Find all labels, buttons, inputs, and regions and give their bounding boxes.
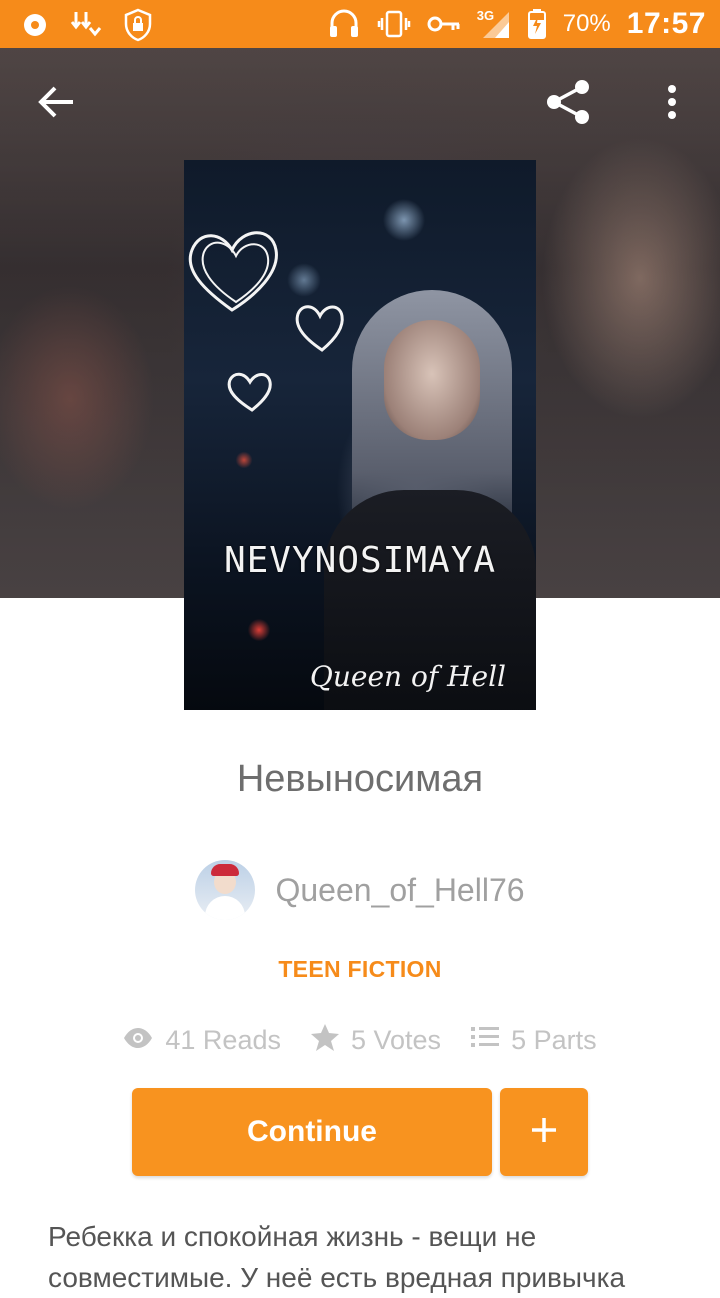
lock-shield-icon bbox=[122, 8, 154, 42]
list-icon bbox=[471, 1025, 500, 1056]
share-icon bbox=[544, 78, 592, 131]
signal-icon: 3G bbox=[477, 8, 511, 40]
cover-face bbox=[384, 320, 480, 440]
clock: 17:57 bbox=[626, 7, 706, 40]
back-button[interactable] bbox=[26, 74, 86, 134]
download-icon bbox=[68, 10, 102, 40]
add-to-library-button[interactable] bbox=[500, 1088, 588, 1176]
battery-charging-icon bbox=[527, 8, 547, 40]
eye-icon bbox=[123, 1025, 153, 1056]
more-vertical-icon bbox=[666, 84, 678, 125]
votes-stat: 5 Votes bbox=[310, 1023, 442, 1058]
network-type: 3G bbox=[476, 8, 495, 23]
author-name[interactable]: Queen_of_Hell76 bbox=[275, 872, 524, 909]
back-arrow-icon bbox=[37, 85, 75, 124]
story-category[interactable]: TEEN FICTION bbox=[0, 956, 720, 983]
author-row[interactable]: Queen_of_Hell76 bbox=[0, 860, 720, 920]
status-bar: 3G 70% 17:57 bbox=[0, 0, 720, 48]
story-stats: 41 Reads 5 Votes 5 Parts bbox=[0, 1020, 720, 1060]
story-title: Невыносимая bbox=[236, 758, 484, 800]
author-avatar[interactable] bbox=[195, 860, 256, 920]
headset-icon bbox=[327, 8, 361, 40]
reads-count: 41 Reads bbox=[165, 1024, 281, 1055]
key-icon bbox=[427, 13, 461, 35]
cover-title: NEVYNOSIMAYA bbox=[223, 540, 497, 581]
votes-count: 5 Votes bbox=[350, 1024, 442, 1055]
plus-icon bbox=[529, 1115, 559, 1150]
share-button[interactable] bbox=[538, 74, 598, 134]
overflow-menu-button[interactable] bbox=[642, 74, 702, 134]
cover-author: Queen of Hell bbox=[309, 660, 506, 693]
parts-stat: 5 Parts bbox=[471, 1025, 597, 1056]
story-description: Ребекка и спокойная жизнь - вещи не совм… bbox=[48, 1221, 626, 1293]
vibrate-icon bbox=[377, 9, 411, 39]
status-left-icons bbox=[22, 8, 154, 42]
parts-count: 5 Parts bbox=[511, 1024, 597, 1055]
continue-button[interactable]: Continue bbox=[132, 1088, 492, 1176]
record-icon bbox=[22, 12, 48, 38]
star-icon bbox=[310, 1023, 339, 1058]
battery-percent: 70% bbox=[562, 10, 611, 37]
status-right-icons: 3G 70% 17:57 bbox=[327, 0, 706, 48]
book-cover: NEVYNOSIMAYA Queen of Hell bbox=[184, 160, 536, 710]
hearts-doodle-icon bbox=[188, 231, 344, 412]
reads-stat: 41 Reads bbox=[123, 1025, 281, 1056]
